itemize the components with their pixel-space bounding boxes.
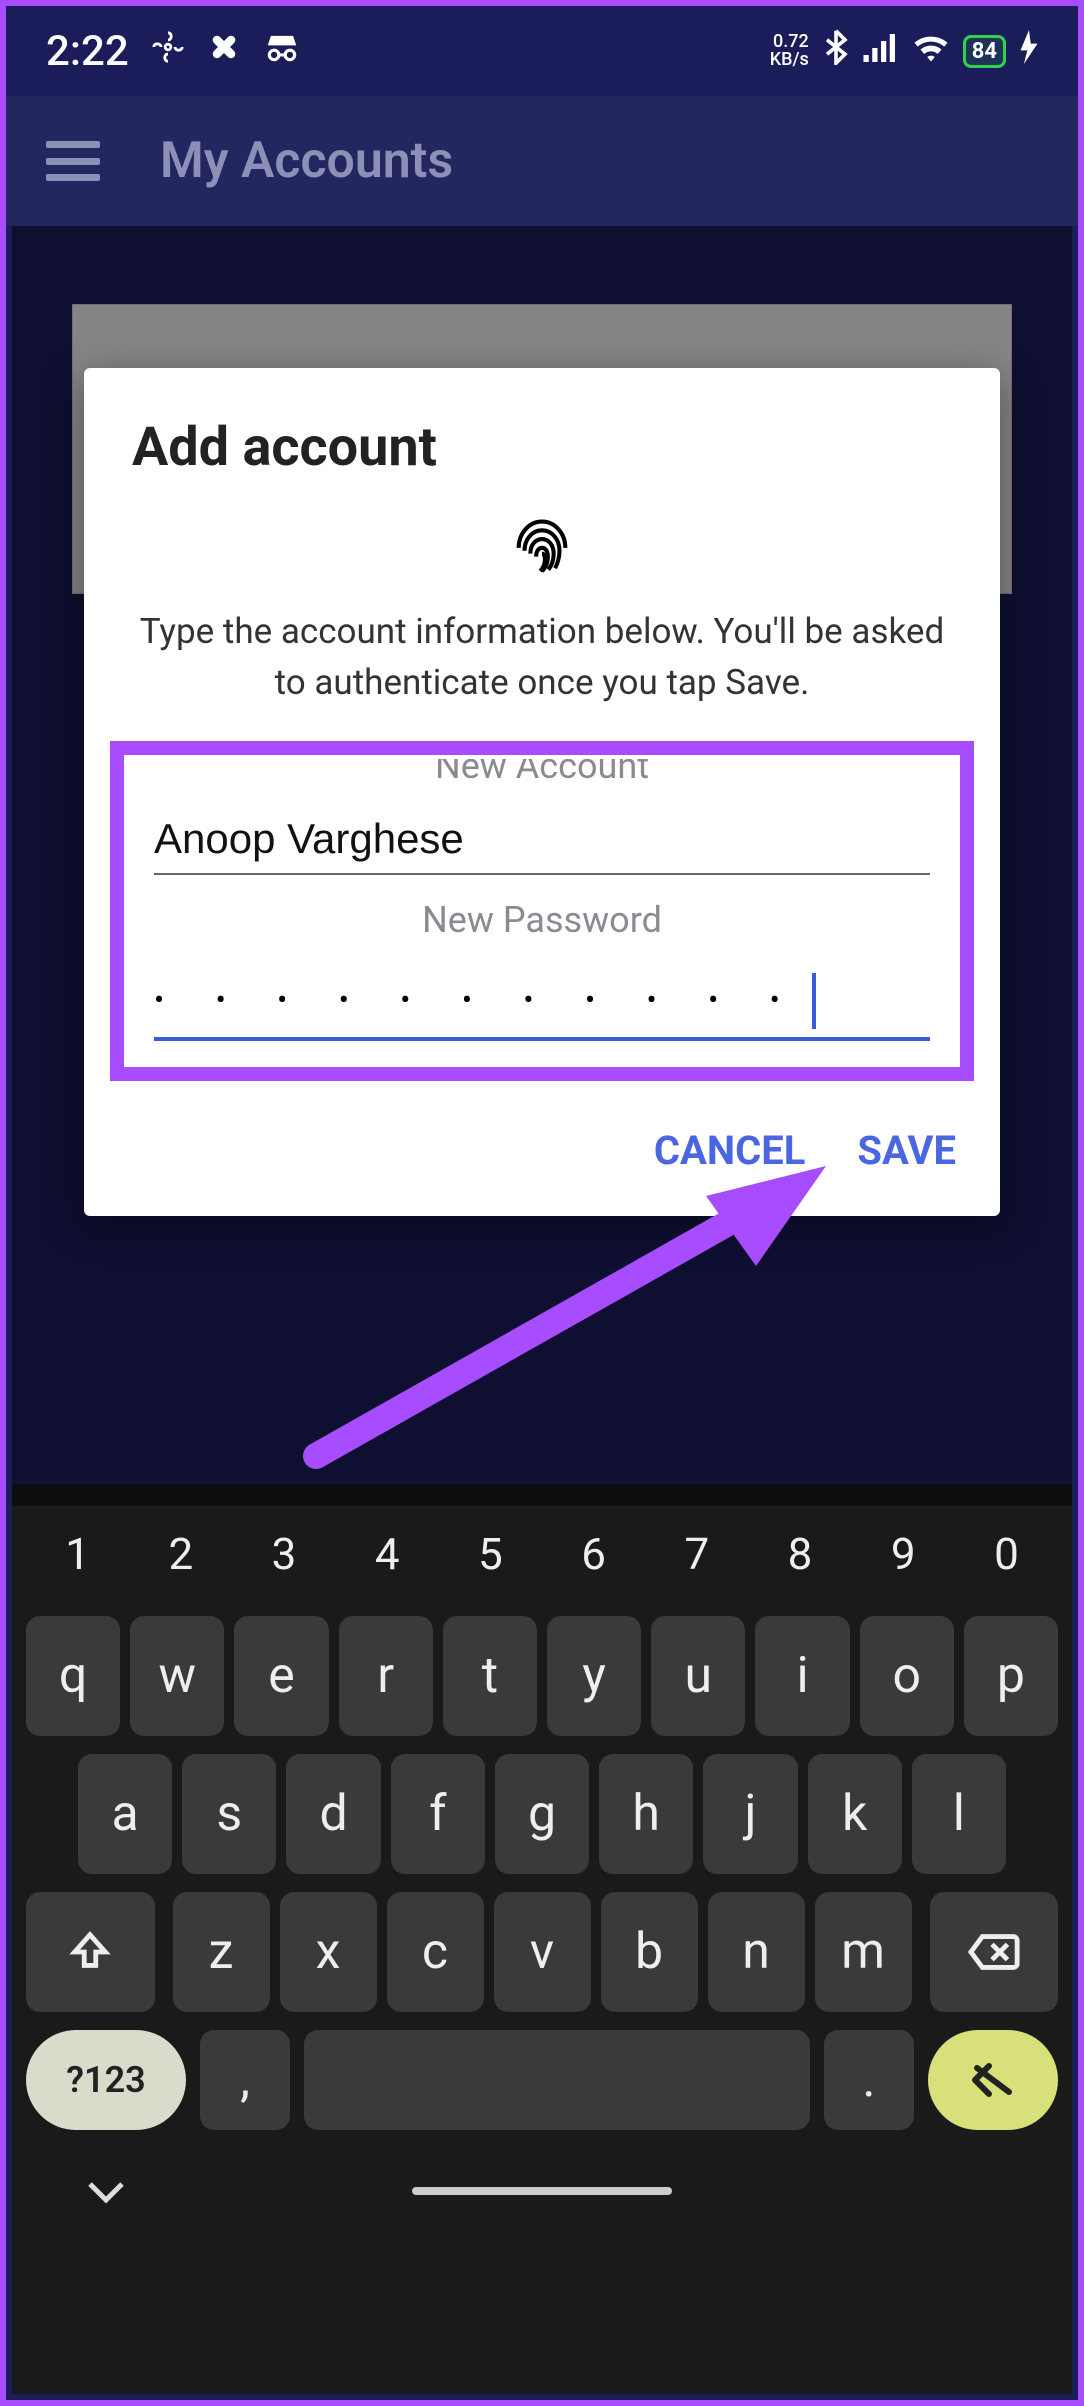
battery-text: 84 bbox=[972, 39, 997, 64]
signal-icon bbox=[863, 31, 899, 71]
key-l[interactable]: l bbox=[912, 1754, 1006, 1874]
letter-row-1: q w e r t y u i o p bbox=[26, 1616, 1058, 1736]
hide-keyboard-icon[interactable] bbox=[86, 2168, 126, 2215]
battery-indicator: 84 bbox=[963, 35, 1006, 68]
screen: 2:22 0.72 KB/s bbox=[0, 0, 1084, 2406]
key-7[interactable]: 7 bbox=[645, 1510, 748, 1598]
key-3[interactable]: 3 bbox=[232, 1510, 335, 1598]
shift-key[interactable] bbox=[26, 1892, 155, 2012]
bluetooth-icon bbox=[823, 29, 849, 74]
key-6[interactable]: 6 bbox=[542, 1510, 645, 1598]
highlighted-form-area: New Account New Password • • • • • • • •… bbox=[110, 741, 974, 1081]
key-k[interactable]: k bbox=[808, 1754, 902, 1874]
key-p[interactable]: p bbox=[964, 1616, 1058, 1736]
letter-row-3: z x c v b n m bbox=[26, 1892, 1058, 2012]
fan-icon bbox=[151, 30, 185, 73]
key-0[interactable]: 0 bbox=[955, 1510, 1058, 1598]
key-8[interactable]: 8 bbox=[748, 1510, 851, 1598]
app-bar: My Accounts bbox=[6, 96, 1078, 226]
bottom-row: ?123 , . bbox=[26, 2030, 1058, 2130]
key-a[interactable]: a bbox=[78, 1754, 172, 1874]
password-mask: • • • • • • • • • • • bbox=[154, 983, 802, 1018]
wifi-icon bbox=[913, 31, 949, 71]
symbols-key[interactable]: ?123 bbox=[26, 2030, 186, 2130]
key-n[interactable]: n bbox=[708, 1892, 805, 2012]
status-bar: 2:22 0.72 KB/s bbox=[6, 6, 1078, 96]
key-5[interactable]: 5 bbox=[439, 1510, 542, 1598]
key-b[interactable]: b bbox=[601, 1892, 698, 2012]
key-t[interactable]: t bbox=[443, 1616, 537, 1736]
incognito-icon bbox=[263, 31, 301, 71]
bandage-icon bbox=[207, 30, 241, 73]
home-indicator[interactable] bbox=[412, 2187, 672, 2195]
page-title: My Accounts bbox=[160, 132, 453, 190]
key-o[interactable]: o bbox=[860, 1616, 954, 1736]
text-cursor bbox=[812, 973, 816, 1029]
dialog-actions: CANCEL SAVE bbox=[84, 1089, 1000, 1206]
key-m[interactable]: m bbox=[815, 1892, 912, 2012]
account-label: New Account bbox=[154, 759, 930, 787]
key-e[interactable]: e bbox=[234, 1616, 328, 1736]
backspace-key[interactable] bbox=[930, 1892, 1059, 2012]
key-w[interactable]: w bbox=[130, 1616, 224, 1736]
menu-icon[interactable] bbox=[46, 141, 100, 181]
password-label: New Password bbox=[154, 899, 930, 941]
status-left: 2:22 bbox=[46, 27, 301, 76]
speed-unit: KB/s bbox=[770, 51, 809, 69]
account-name-input[interactable] bbox=[154, 787, 930, 875]
key-z[interactable]: z bbox=[173, 1892, 270, 2012]
key-4[interactable]: 4 bbox=[336, 1510, 439, 1598]
key-h[interactable]: h bbox=[599, 1754, 693, 1874]
cancel-button[interactable]: CANCEL bbox=[654, 1127, 806, 1174]
space-key[interactable] bbox=[304, 2030, 810, 2130]
key-1[interactable]: 1 bbox=[26, 1510, 129, 1598]
key-2[interactable]: 2 bbox=[129, 1510, 232, 1598]
key-s[interactable]: s bbox=[182, 1754, 276, 1874]
letter-row-2: a s d f g h j k l bbox=[26, 1754, 1058, 1874]
key-x[interactable]: x bbox=[280, 1892, 377, 2012]
add-account-dialog: Add account Type the account information… bbox=[84, 368, 1000, 1216]
charging-icon bbox=[1020, 30, 1038, 73]
number-row: 1 2 3 4 5 6 7 8 9 0 bbox=[26, 1510, 1058, 1598]
key-f[interactable]: f bbox=[391, 1754, 485, 1874]
key-q[interactable]: q bbox=[26, 1616, 120, 1736]
key-r[interactable]: r bbox=[339, 1616, 433, 1736]
key-d[interactable]: d bbox=[286, 1754, 380, 1874]
enter-key[interactable] bbox=[928, 2030, 1058, 2130]
dialog-title: Add account bbox=[84, 368, 1000, 507]
key-g[interactable]: g bbox=[495, 1754, 589, 1874]
dialog-message: Type the account information below. You'… bbox=[84, 581, 1000, 729]
key-u[interactable]: u bbox=[651, 1616, 745, 1736]
key-v[interactable]: v bbox=[494, 1892, 591, 2012]
save-button[interactable]: SAVE bbox=[857, 1127, 956, 1174]
network-speed: 0.72 KB/s bbox=[770, 33, 809, 69]
period-key[interactable]: . bbox=[824, 2030, 914, 2130]
fingerprint-icon bbox=[84, 507, 1000, 581]
clock-text: 2:22 bbox=[46, 27, 129, 76]
soft-keyboard: 1 2 3 4 5 6 7 8 9 0 q w e r t y u i o p … bbox=[12, 1484, 1072, 2394]
key-c[interactable]: c bbox=[387, 1892, 484, 2012]
key-i[interactable]: i bbox=[755, 1616, 849, 1736]
password-input[interactable]: • • • • • • • • • • • bbox=[154, 949, 930, 1041]
key-9[interactable]: 9 bbox=[852, 1510, 955, 1598]
nav-bar bbox=[26, 2148, 1058, 2228]
key-y[interactable]: y bbox=[547, 1616, 641, 1736]
status-right: 0.72 KB/s 84 bbox=[770, 29, 1038, 74]
key-j[interactable]: j bbox=[703, 1754, 797, 1874]
comma-key[interactable]: , bbox=[200, 2030, 290, 2130]
